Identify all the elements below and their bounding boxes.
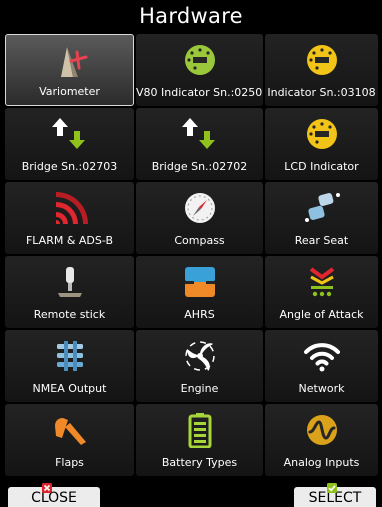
tile-engine[interactable]: Engine (136, 330, 263, 402)
tile-indicator[interactable]: Indicator Sn.:03108 (265, 34, 378, 106)
check-icon (327, 481, 337, 493)
rear-seat-icon (302, 190, 342, 226)
tile-lcd-indicator[interactable]: LCD Indicator (265, 108, 378, 180)
tile-compass[interactable]: Compass (136, 182, 263, 254)
tile-bridge-02702[interactable]: Bridge Sn.:02702 (136, 108, 263, 180)
lcd-indicator-icon (302, 116, 342, 152)
engine-icon (180, 338, 220, 374)
bridge-icon (50, 116, 90, 152)
flarm-icon (50, 190, 90, 226)
close-label: CLOSE (31, 490, 77, 506)
tile-angle-of-attack[interactable]: Angle of Attack (265, 256, 378, 328)
tile-bridge-02703[interactable]: Bridge Sn.:02703 (5, 108, 134, 180)
tile-v80-indicator[interactable]: V80 Indicator Sn.:02505 (136, 34, 263, 106)
tile-battery-types[interactable]: Battery Types (136, 404, 263, 476)
softkey-bar: CLOSE SELECT (0, 478, 382, 507)
analog-inputs-icon (302, 412, 342, 448)
select-button[interactable]: SELECT (294, 483, 376, 507)
tile-remote-stick[interactable]: Remote stick (5, 256, 134, 328)
tile-ahrs[interactable]: AHRS (136, 256, 263, 328)
tile-analog-inputs[interactable]: Analog Inputs (265, 404, 378, 476)
nmea-output-icon (50, 338, 90, 374)
tile-rear-seat[interactable]: Rear Seat (265, 182, 378, 254)
close-button[interactable]: CLOSE (8, 483, 100, 507)
battery-icon (180, 412, 220, 448)
flaps-icon (50, 412, 90, 448)
v80-indicator-icon (180, 42, 220, 78)
tile-flaps[interactable]: Flaps (5, 404, 134, 476)
hardware-menu-grid: Variometer V80 Indicator Sn.:02505 Indic… (5, 34, 378, 476)
tile-variometer[interactable]: Variometer (5, 34, 134, 106)
variometer-icon (50, 43, 90, 79)
tile-network[interactable]: Network (265, 330, 378, 402)
tile-nmea-output[interactable]: NMEA Output (5, 330, 134, 402)
compass-icon (180, 190, 220, 226)
network-icon (302, 338, 342, 374)
bridge-icon (180, 116, 220, 152)
remote-stick-icon (50, 264, 90, 300)
page-title: Hardware (0, 0, 382, 32)
angle-of-attack-icon (302, 264, 342, 300)
tile-flarm-ads-b[interactable]: FLARM & ADS-B (5, 182, 134, 254)
ahrs-icon (180, 264, 220, 300)
indicator-icon (302, 42, 342, 78)
close-icon (42, 481, 52, 493)
